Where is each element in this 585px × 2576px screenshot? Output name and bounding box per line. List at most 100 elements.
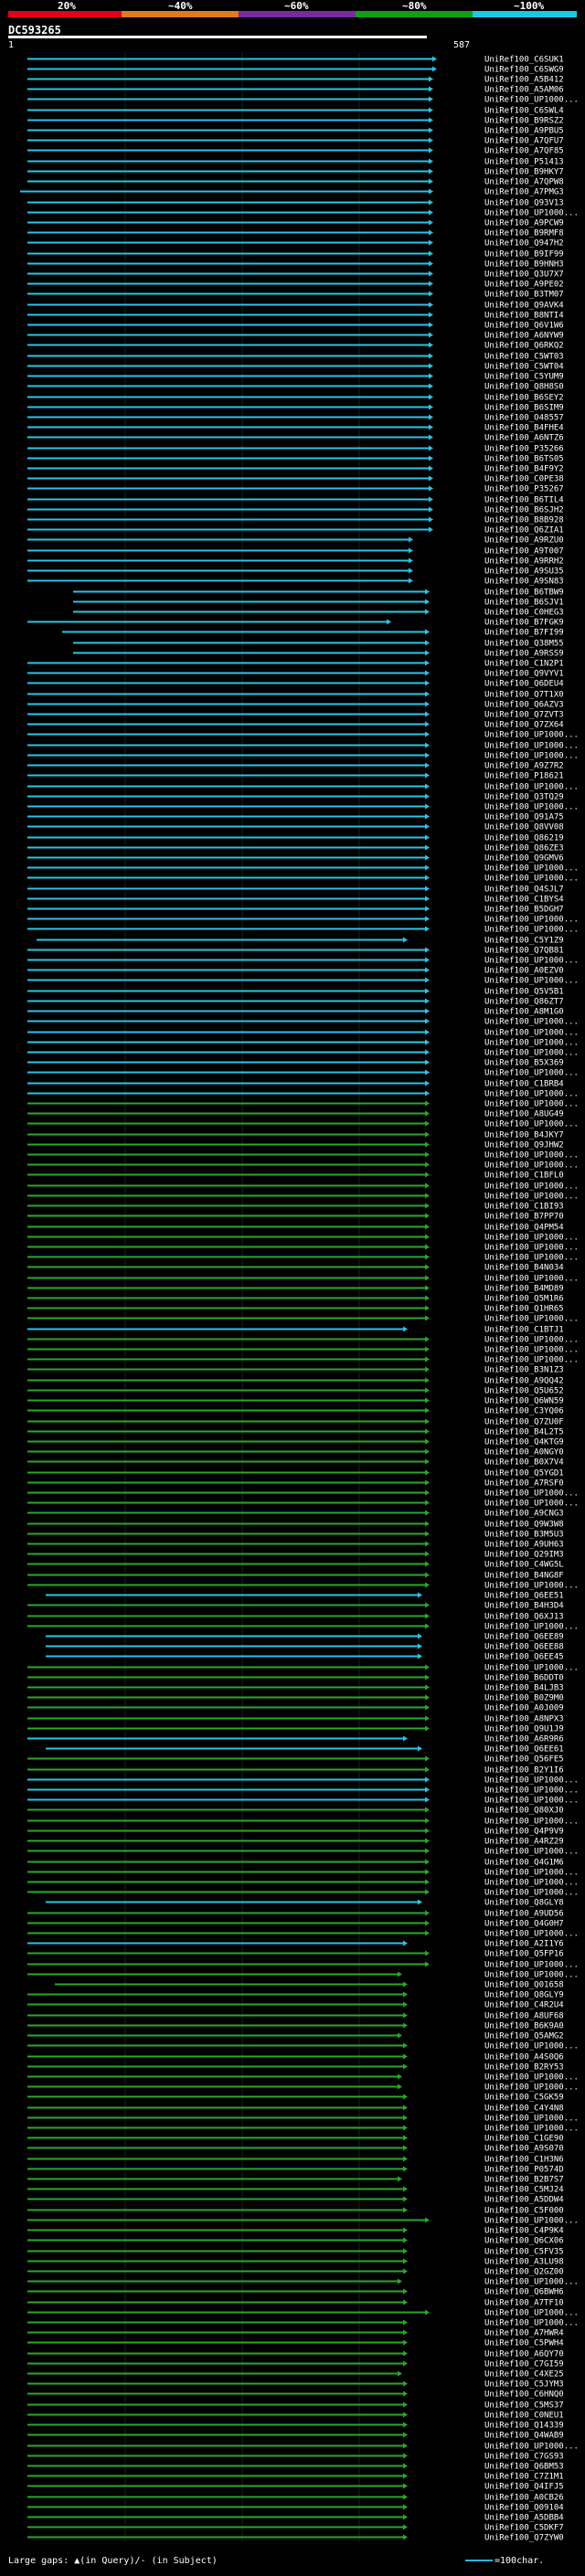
- hit-label[interactable]: UniRef100_A5B412: [484, 76, 564, 85]
- hit-label[interactable]: UniRef100_Q7ZX64: [484, 721, 564, 730]
- hit-label[interactable]: UniRef100_C5WT04: [484, 363, 564, 372]
- hit-label[interactable]: UniRef100_C7GI59: [484, 2360, 564, 2369]
- hit-label[interactable]: UniRef100_P51413: [484, 158, 564, 167]
- hit-label[interactable]: UniRef100_B9HKY7: [484, 168, 564, 177]
- hit-label[interactable]: UniRef100_Q8H8S0: [484, 383, 564, 392]
- hit-label[interactable]: UniRef100_Q4G1M6: [484, 1859, 564, 1868]
- hit-label[interactable]: UniRef100_C5JYM3: [484, 2380, 564, 2390]
- hit-label[interactable]: UniRef100_Q7ZYW0: [484, 2534, 564, 2543]
- hit-label[interactable]: UniRef100_UP1000...: [484, 1776, 579, 1786]
- hit-label[interactable]: UniRef100_A7QPW8: [484, 178, 564, 187]
- hit-label[interactable]: UniRef100_Q7QB81: [484, 947, 564, 956]
- hit-label[interactable]: UniRef100_Q5V5B1: [484, 988, 564, 997]
- hit-label[interactable]: UniRef100_Q4G0H7: [484, 1920, 564, 1929]
- hit-label[interactable]: UniRef100_UP1000...: [484, 803, 579, 812]
- hit-label[interactable]: UniRef100_Q4PM54: [484, 1224, 564, 1233]
- hit-label[interactable]: UniRef100_C4XE25: [484, 2370, 564, 2380]
- hit-label[interactable]: UniRef100_UP1000...: [484, 1234, 579, 1243]
- hit-label[interactable]: UniRef100_A9RRH2: [484, 557, 564, 567]
- hit-label[interactable]: UniRef100_B3TM07: [484, 291, 564, 300]
- hit-label[interactable]: UniRef100_Q6ZIA1: [484, 526, 564, 535]
- hit-label[interactable]: UniRef100_A9Z7R2: [484, 762, 564, 771]
- hit-label[interactable]: UniRef100_B7FGK9: [484, 619, 564, 628]
- hit-label[interactable]: UniRef100_B6TBW9: [484, 588, 564, 598]
- hit-label[interactable]: UniRef100_C1N2P1: [484, 660, 564, 669]
- hit-label[interactable]: UniRef100_C1GE90: [484, 2135, 564, 2144]
- hit-label[interactable]: UniRef100_Q6DEU4: [484, 680, 564, 689]
- hit-label[interactable]: UniRef100_UP1000...: [484, 1664, 579, 1673]
- hit-label[interactable]: UniRef100_UP1000...: [484, 1623, 579, 1632]
- hit-label[interactable]: UniRef100_B6TS05: [484, 455, 564, 464]
- hit-label[interactable]: UniRef100_B8B928: [484, 516, 564, 525]
- hit-label[interactable]: UniRef100_A9RZU0: [484, 536, 564, 546]
- hit-label[interactable]: UniRef100_B4N034: [484, 1264, 564, 1273]
- hit-label[interactable]: UniRef100_UP1000...: [484, 2125, 579, 2134]
- hit-label[interactable]: UniRef100_Q6AZV3: [484, 701, 564, 710]
- hit-label[interactable]: UniRef100_B6TIL4: [484, 496, 564, 505]
- hit-label[interactable]: UniRef100_Q6EE88: [484, 1643, 564, 1652]
- hit-label[interactable]: UniRef100_Q5FP16: [484, 1950, 564, 1959]
- hit-label[interactable]: UniRef100_A2I1Y6: [484, 1940, 564, 1949]
- hit-label[interactable]: UniRef100_UP1000...: [484, 1848, 579, 1857]
- hit-label[interactable]: UniRef100_A7QFU7: [484, 137, 564, 146]
- hit-label[interactable]: UniRef100_B5DGH7: [484, 906, 564, 915]
- hit-label[interactable]: UniRef100_UP1000...: [484, 1346, 579, 1355]
- hit-label[interactable]: UniRef100_Q6RKQ2: [484, 342, 564, 351]
- hit-label[interactable]: UniRef100_UP1000...: [484, 1489, 579, 1499]
- hit-label[interactable]: UniRef100_UP1000...: [484, 2443, 579, 2452]
- hit-label[interactable]: UniRef100_C5YUM9: [484, 373, 564, 382]
- hit-label[interactable]: UniRef100_B6SJV1: [484, 599, 564, 608]
- hit-label[interactable]: UniRef100_UP1000...: [484, 977, 579, 986]
- hit-label[interactable]: UniRef100_UP1000...: [484, 2309, 579, 2318]
- hit-label[interactable]: UniRef100_Q4IFJ5: [484, 2483, 564, 2492]
- hit-label[interactable]: UniRef100_Q5AMG2: [484, 2032, 564, 2041]
- hit-label[interactable]: UniRef100_UP1000...: [484, 1889, 579, 1898]
- hit-label[interactable]: UniRef100_B6DDT0: [484, 1674, 564, 1683]
- hit-label[interactable]: UniRef100_B5X369: [484, 1059, 564, 1068]
- hit-label[interactable]: UniRef100_B6K9A0: [484, 2022, 564, 2031]
- hit-label[interactable]: UniRef100_Q91A75: [484, 813, 564, 822]
- hit-label[interactable]: UniRef100_C6SWL4: [484, 107, 564, 116]
- hit-label[interactable]: UniRef100_A8M1G0: [484, 1008, 564, 1017]
- hit-label[interactable]: UniRef100_C6SWG9: [484, 66, 564, 75]
- hit-label[interactable]: UniRef100_UP1000...: [484, 209, 579, 218]
- hit-label[interactable]: UniRef100_C5DKF7: [484, 2524, 564, 2533]
- hit-label[interactable]: UniRef100_B4JKY7: [484, 1131, 564, 1140]
- hit-label[interactable]: UniRef100_B4F9Y2: [484, 465, 564, 474]
- hit-label[interactable]: UniRef100_UP1000...: [484, 926, 579, 935]
- hit-label[interactable]: UniRef100_Q9W3W8: [484, 1521, 564, 1530]
- hit-label[interactable]: UniRef100_B6SJH2: [484, 506, 564, 515]
- hit-label[interactable]: UniRef100_A6NYW9: [484, 332, 564, 341]
- hit-label[interactable]: UniRef100_Q86ZE3: [484, 844, 564, 853]
- hit-label[interactable]: UniRef100_UP1000...: [484, 742, 579, 751]
- hit-label[interactable]: UniRef100_UP1000...: [484, 1971, 579, 1980]
- hit-label[interactable]: UniRef100_A9PCW9: [484, 219, 564, 228]
- hit-label[interactable]: UniRef100_UP1000...: [484, 1869, 579, 1878]
- hit-label[interactable]: UniRef100_B0Z9M0: [484, 1694, 564, 1703]
- hit-label[interactable]: UniRef100_Q38M55: [484, 640, 564, 649]
- hit-label[interactable]: UniRef100_C5FV35: [484, 2248, 564, 2257]
- hit-label[interactable]: UniRef100_P35267: [484, 485, 564, 494]
- hit-label[interactable]: UniRef100_Q29IM3: [484, 1551, 564, 1560]
- hit-label[interactable]: UniRef100_C7GS93: [484, 2453, 564, 2462]
- hit-label[interactable]: UniRef100_Q6EE89: [484, 1633, 564, 1642]
- hit-label[interactable]: UniRef100_Q56FE5: [484, 1755, 564, 1765]
- hit-label[interactable]: UniRef100_Q8GLY8: [484, 1899, 564, 1908]
- hit-label[interactable]: UniRef100_C5WT03: [484, 353, 564, 362]
- hit-label[interactable]: UniRef100_UP1000...: [484, 957, 579, 966]
- hit-label[interactable]: UniRef100_B4LJB3: [484, 1684, 564, 1693]
- hit-label[interactable]: UniRef100_A6R9R6: [484, 1735, 564, 1744]
- hit-label[interactable]: UniRef100_C6SUK1: [484, 56, 564, 65]
- hit-label[interactable]: UniRef100_A8UG49: [484, 1110, 564, 1119]
- hit-label[interactable]: UniRef100_UP1000...: [484, 2083, 579, 2093]
- hit-label[interactable]: UniRef100_B0X7V4: [484, 1458, 564, 1468]
- hit-label[interactable]: UniRef100_Q3TQ29: [484, 793, 564, 802]
- hit-label[interactable]: UniRef100_A9T007: [484, 547, 564, 557]
- hit-label[interactable]: UniRef100_A9SN83: [484, 578, 564, 587]
- hit-label[interactable]: UniRef100_UP1000...: [484, 752, 579, 761]
- hit-label[interactable]: UniRef100_UP1000...: [484, 1879, 579, 1888]
- hit-label[interactable]: UniRef100_Q80XJ0: [484, 1807, 564, 1816]
- hit-label[interactable]: UniRef100_UP1000...: [484, 1193, 579, 1202]
- hit-label[interactable]: UniRef100_C5GK59: [484, 2094, 564, 2103]
- hit-label[interactable]: UniRef100_Q9AVK4: [484, 302, 564, 311]
